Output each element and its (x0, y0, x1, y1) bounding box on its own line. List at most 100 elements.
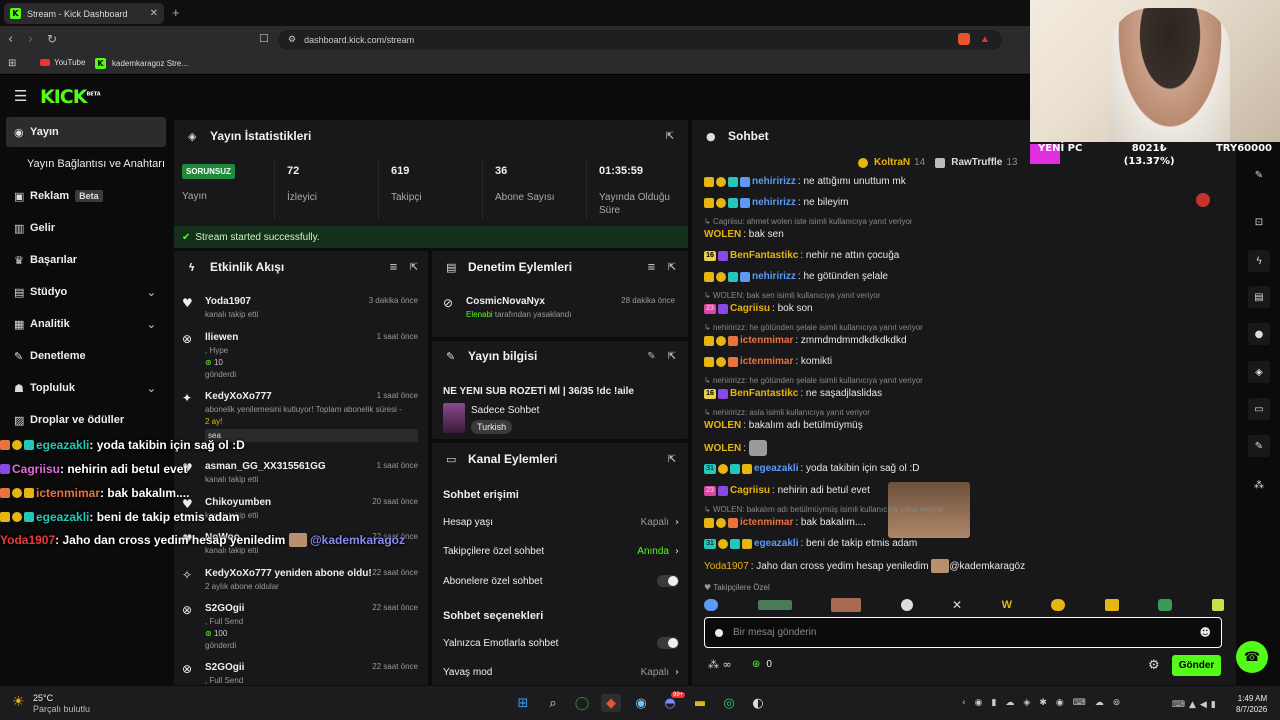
gifter-name[interactable]: RawTruffle (951, 157, 1002, 168)
chat-username[interactable]: BenFantastikc (730, 388, 798, 399)
chat-username[interactable]: Cagriisu (730, 303, 770, 314)
popout-icon[interactable]: ⇱ (410, 262, 418, 273)
chat-username[interactable]: nehiririzz (752, 271, 796, 282)
bookmark-icon[interactable]: ☐ (259, 32, 269, 45)
chat-username[interactable]: ictenmimar (740, 335, 793, 346)
sidebar-item-reklam[interactable]: ▣ Reklam Beta (6, 181, 166, 211)
sidebar-item-denetleme[interactable]: ✎ Denetleme (6, 341, 166, 371)
sidebar-item-analitik[interactable]: ▦ Analitik ⌄ (6, 309, 166, 339)
send-button[interactable]: Gönder (1172, 655, 1221, 676)
weather-icon[interactable]: ☀ (12, 694, 25, 710)
chat-username[interactable]: ictenmimar (740, 356, 793, 367)
apps-grid-icon[interactable]: ⊞ (8, 58, 16, 69)
kick-logo[interactable]: KICKBETA (40, 86, 101, 108)
help-support-icon[interactable]: ☎ (1236, 641, 1268, 673)
chat-username[interactable]: egeazakli (754, 463, 798, 474)
setting-slow-mode[interactable]: Yavaş mod Kapalı › (443, 667, 679, 678)
clock[interactable]: 1:49 AM 8/7/2026 (1236, 693, 1267, 715)
emote-w-icon[interactable]: W (1002, 599, 1012, 611)
emote-heart-icon[interactable] (1211, 599, 1224, 611)
system-tray-icons[interactable]: ‹◉▮☁◈✱◉⌨☁⊚ (962, 698, 1129, 708)
network-volume-icons[interactable]: ⌨▲◀▮ (1172, 700, 1220, 710)
emote-globe-icon[interactable] (704, 599, 718, 611)
settings-gear-icon[interactable]: ⚙ (1148, 658, 1160, 673)
chat-username[interactable]: WOLEN (704, 420, 741, 431)
site-info-icon[interactable]: ⚙ (288, 35, 296, 45)
wrench-icon[interactable]: ✎ (1248, 435, 1270, 457)
setting-followers-only[interactable]: Takipçilere özel sohbet Anında › (443, 546, 679, 557)
sidebar-item-basarilar[interactable]: ♛ Başarılar (6, 245, 166, 275)
infinity-icon[interactable]: ⁂ ∞ (708, 658, 732, 671)
community-icon[interactable]: ⁂ (1248, 474, 1270, 496)
menu-icon[interactable]: ☰ (14, 87, 27, 105)
chat-username[interactable]: ictenmimar (740, 517, 793, 528)
chat-mention[interactable]: @kademkaragöz (949, 561, 1025, 572)
category-name[interactable]: Sadece Sohbet (471, 405, 539, 416)
monitor-icon[interactable]: ▭ (1248, 398, 1270, 420)
spotify-icon[interactable]: ◎ (719, 694, 739, 712)
browser-tab[interactable]: K Stream - Kick Dashboard ✕ (4, 3, 164, 24)
sidebar-item-stream-key[interactable]: Yayın Bağlantısı ve Anahtarı (6, 149, 166, 179)
chat-username[interactable]: WOLEN (704, 229, 741, 240)
sidebar-item-droplar[interactable]: ▨ Droplar ve ödüller (6, 405, 166, 435)
chat-username[interactable]: nehiririzz (752, 176, 796, 187)
sidebar-item-topluluk[interactable]: ☗ Topluluk ⌄ (6, 373, 166, 403)
toggle-switch[interactable] (657, 575, 679, 587)
obs-icon[interactable]: ◐ (748, 694, 768, 712)
emote-skull-icon[interactable] (900, 599, 913, 611)
new-tab-button[interactable]: + (172, 5, 180, 20)
chat-username[interactable]: WOLEN (704, 443, 741, 454)
brave-rewards-icon[interactable]: ▲ (980, 34, 990, 45)
chat-username[interactable]: Yoda1907 (704, 561, 749, 572)
reply-indicator[interactable]: ↳ nehiririzz: he götünden şelale isimli … (704, 323, 923, 332)
chat-icon[interactable]: ● (1248, 323, 1270, 345)
popout-icon[interactable]: ⇱ (668, 351, 676, 362)
reply-indicator[interactable]: ↳ WOLEN: bakalım adı betülmüymüş isimli … (704, 505, 944, 514)
brave-browser-icon[interactable]: ◆ (601, 694, 621, 712)
gifter-name[interactable]: KoltraN (874, 157, 910, 168)
reply-indicator[interactable]: ↳ Cagriisu: ahmet wolen iste isimli kull… (704, 217, 913, 226)
sidebar-item-studyo[interactable]: ▤ Stüdyo ⌄ (6, 277, 166, 307)
bookmark-youtube[interactable]: YouTube (40, 58, 85, 67)
reply-indicator[interactable]: ↳ nehiririzz: he götünden şelale isimli … (704, 376, 923, 385)
edit-icon[interactable]: ✎ (647, 351, 655, 362)
address-bar[interactable]: ⚙ dashboard.kick.com/stream (278, 30, 1002, 50)
emote-box-icon[interactable] (1104, 599, 1119, 611)
forward-icon[interactable]: › (28, 32, 33, 47)
emote-face-icon[interactable] (831, 598, 861, 612)
file-explorer-icon[interactable]: ▬ (690, 694, 710, 712)
signal-icon[interactable]: ◈ (1248, 361, 1270, 383)
reply-indicator[interactable]: ↳ nehiririzz: asla isimli kullanıcıya ya… (704, 408, 870, 417)
setting-account-age[interactable]: Hesap yaşı Kapalı › (443, 517, 679, 528)
toggle-switch[interactable] (657, 637, 679, 649)
popout-icon[interactable]: ⇱ (666, 131, 674, 142)
reply-indicator[interactable]: ↳ WOLEN: bak sen isimli kullanıcıya yanı… (704, 291, 881, 300)
document-icon[interactable]: ▤ (1248, 286, 1270, 308)
sidebar-item-gelir[interactable]: ▥ Gelir (6, 213, 166, 243)
chat-username[interactable]: egeazakli (754, 538, 798, 549)
bookmark-kick[interactable]: Kkademkaragoz Stre... (95, 58, 188, 69)
brave-shield-icon[interactable] (958, 33, 970, 45)
back-icon[interactable]: ‹ (8, 32, 13, 47)
filter-icon[interactable]: ≡ (647, 262, 655, 273)
search-icon[interactable]: ⌕ (543, 694, 563, 712)
layout-icon[interactable]: ⊡ (1248, 211, 1270, 233)
app-icon[interactable]: ◯ (572, 694, 592, 712)
moderator-name[interactable]: Elenabi (466, 310, 493, 319)
filter-icon[interactable]: ≡ (389, 262, 397, 273)
chat-input[interactable]: Bir mesaj gönderin ☻ (704, 617, 1222, 648)
chat-username[interactable]: BenFantastikc (730, 250, 798, 261)
start-icon[interactable]: ⊞ (513, 694, 533, 712)
bolt-icon[interactable]: ϟ (1248, 250, 1270, 272)
emoji-icon[interactable]: ☻ (1200, 626, 1211, 639)
weather-widget[interactable]: 25°C Parçalı bulutlu (33, 693, 90, 715)
tab-close-icon[interactable]: ✕ (150, 8, 158, 19)
emote-cross-icon[interactable]: ✕ (952, 598, 962, 612)
reload-icon[interactable]: ↻ (47, 32, 57, 46)
popout-icon[interactable]: ⇱ (668, 454, 676, 465)
streamer-avatar-icon[interactable] (1196, 193, 1210, 207)
sidebar-item-yayin[interactable]: ◉ Yayın (6, 117, 166, 147)
steam-icon[interactable]: ◉ (631, 694, 651, 712)
emote-text-icon[interactable] (757, 600, 792, 610)
chat-username[interactable]: nehiririzz (752, 197, 796, 208)
